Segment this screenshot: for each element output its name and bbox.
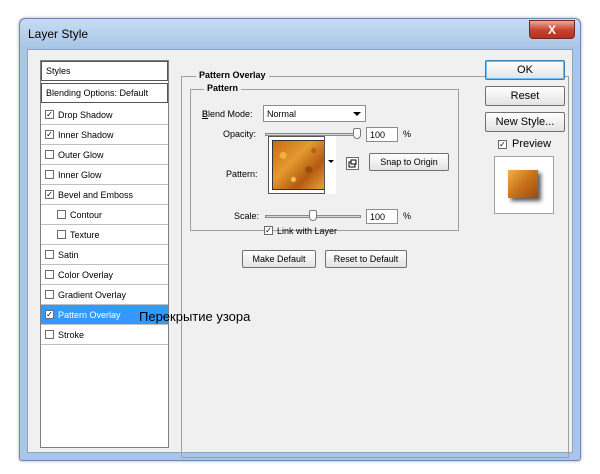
- pattern-overlay-title: Pattern Overlay: [196, 70, 269, 80]
- style-preview: [494, 156, 554, 214]
- preview-checkbox[interactable]: ✓: [498, 140, 507, 149]
- scale-label: Scale:: [234, 211, 260, 221]
- new-style-label: New Style...: [495, 116, 555, 128]
- title-bar[interactable]: Layer Style X: [20, 19, 580, 49]
- inner-glow-checkbox[interactable]: [45, 170, 54, 179]
- scale-value: 100: [370, 211, 386, 222]
- close-icon: X: [547, 22, 556, 37]
- preview-label: Preview: [512, 138, 552, 150]
- style-item-label: Gradient Overlay: [58, 289, 127, 300]
- style-item-contour[interactable]: Contour: [41, 205, 168, 225]
- style-item-label: Inner Glow: [58, 169, 102, 180]
- style-item-label: Drop Shadow: [58, 109, 113, 120]
- style-item-label: Stroke: [58, 329, 85, 340]
- layer-style-window: Layer Style X Styles Blending Options: D…: [19, 18, 581, 461]
- link-with-layer-checkbox[interactable]: ✓: [264, 226, 273, 235]
- stroke-checkbox[interactable]: [45, 330, 54, 339]
- caption-overlay-text: Перекрытие узора: [139, 309, 251, 324]
- blending-options-label: Blending Options: Default: [46, 88, 149, 98]
- make-default-label: Make Default: [252, 254, 306, 264]
- style-item-label: Outer Glow: [58, 149, 104, 160]
- blend-mode-label-text: Blend Mode:: [202, 109, 253, 119]
- snap-to-origin-button[interactable]: Snap to Origin: [369, 153, 449, 171]
- pattern-overlay-checkbox[interactable]: ✓: [45, 310, 54, 319]
- style-item-gradient-overlay[interactable]: Gradient Overlay: [41, 285, 168, 305]
- opacity-value: 100: [370, 129, 386, 140]
- styles-header[interactable]: Styles: [41, 61, 168, 81]
- blending-options-item[interactable]: Blending Options: Default: [41, 83, 168, 103]
- styles-header-label: Styles: [46, 66, 71, 76]
- new-preset-button[interactable]: [346, 157, 359, 170]
- style-item-label: Contour: [70, 209, 103, 220]
- outer-glow-checkbox[interactable]: [45, 150, 54, 159]
- contour-checkbox[interactable]: [57, 210, 66, 219]
- blend-mode-label: BBlend Mode:: [202, 109, 253, 119]
- opacity-unit: %: [403, 129, 412, 139]
- link-with-layer-label: Link with Layer: [277, 226, 338, 236]
- opacity-input[interactable]: 100: [366, 127, 398, 142]
- pattern-label: Pattern:: [226, 169, 258, 179]
- pattern-swatch: [272, 140, 325, 190]
- style-item-label: Bevel and Emboss: [58, 189, 134, 200]
- texture-checkbox[interactable]: [57, 230, 66, 239]
- window-title: Layer Style: [28, 27, 89, 41]
- inner-shadow-checkbox[interactable]: ✓: [45, 130, 54, 139]
- reset-to-default-label: Reset to Default: [333, 254, 399, 264]
- pattern-dropdown-button[interactable]: [324, 136, 336, 194]
- make-default-button[interactable]: Make Default: [242, 250, 316, 268]
- color-overlay-checkbox[interactable]: [45, 270, 54, 279]
- dialog-body: Styles Blending Options: Default ✓ Drop …: [27, 49, 573, 458]
- close-button[interactable]: X: [529, 20, 575, 39]
- gradient-overlay-checkbox[interactable]: [45, 290, 54, 299]
- opacity-slider-thumb[interactable]: [353, 128, 361, 139]
- chevron-down-icon: [328, 160, 334, 163]
- styles-list: Styles Blending Options: Default ✓ Drop …: [40, 60, 169, 448]
- reset-to-default-button[interactable]: Reset to Default: [325, 250, 407, 268]
- pattern-subgroup-title: Pattern: [204, 83, 242, 93]
- reset-button[interactable]: Reset: [485, 86, 565, 106]
- style-item-label: Texture: [70, 229, 100, 240]
- scale-slider-thumb[interactable]: [309, 210, 317, 221]
- style-item-outer-glow[interactable]: Outer Glow: [41, 145, 168, 165]
- style-item-label: Inner Shadow: [58, 129, 114, 140]
- style-item-label: Color Overlay: [58, 269, 114, 280]
- opacity-label: Opacity:: [223, 129, 257, 139]
- scale-input[interactable]: 100: [366, 209, 398, 224]
- satin-checkbox[interactable]: [45, 250, 54, 259]
- style-item-satin[interactable]: Satin: [41, 245, 168, 265]
- reset-label: Reset: [510, 90, 540, 102]
- new-preset-icon: [348, 159, 357, 168]
- ok-label: OK: [517, 64, 533, 76]
- bevel-emboss-checkbox[interactable]: ✓: [45, 190, 54, 199]
- style-item-inner-glow[interactable]: Inner Glow: [41, 165, 168, 185]
- blend-mode-select[interactable]: Normal: [263, 105, 366, 122]
- style-item-bevel-emboss[interactable]: ✓ Bevel and Emboss: [41, 185, 168, 205]
- blend-mode-value: Normal: [267, 108, 297, 119]
- preview-swatch: [508, 170, 538, 198]
- style-item-stroke[interactable]: Stroke: [41, 325, 168, 345]
- style-item-texture[interactable]: Texture: [41, 225, 168, 245]
- snap-to-origin-label: Snap to Origin: [380, 157, 438, 167]
- style-item-inner-shadow[interactable]: ✓ Inner Shadow: [41, 125, 168, 145]
- style-item-label: Pattern Overlay: [58, 309, 121, 320]
- new-style-button[interactable]: New Style...: [485, 112, 565, 132]
- style-item-color-overlay[interactable]: Color Overlay: [41, 265, 168, 285]
- ok-button[interactable]: OK: [485, 60, 565, 80]
- drop-shadow-checkbox[interactable]: ✓: [45, 110, 54, 119]
- chevron-down-icon: [353, 112, 361, 116]
- style-item-drop-shadow[interactable]: ✓ Drop Shadow: [41, 105, 168, 125]
- scale-unit: %: [403, 211, 412, 221]
- style-item-label: Satin: [58, 249, 79, 260]
